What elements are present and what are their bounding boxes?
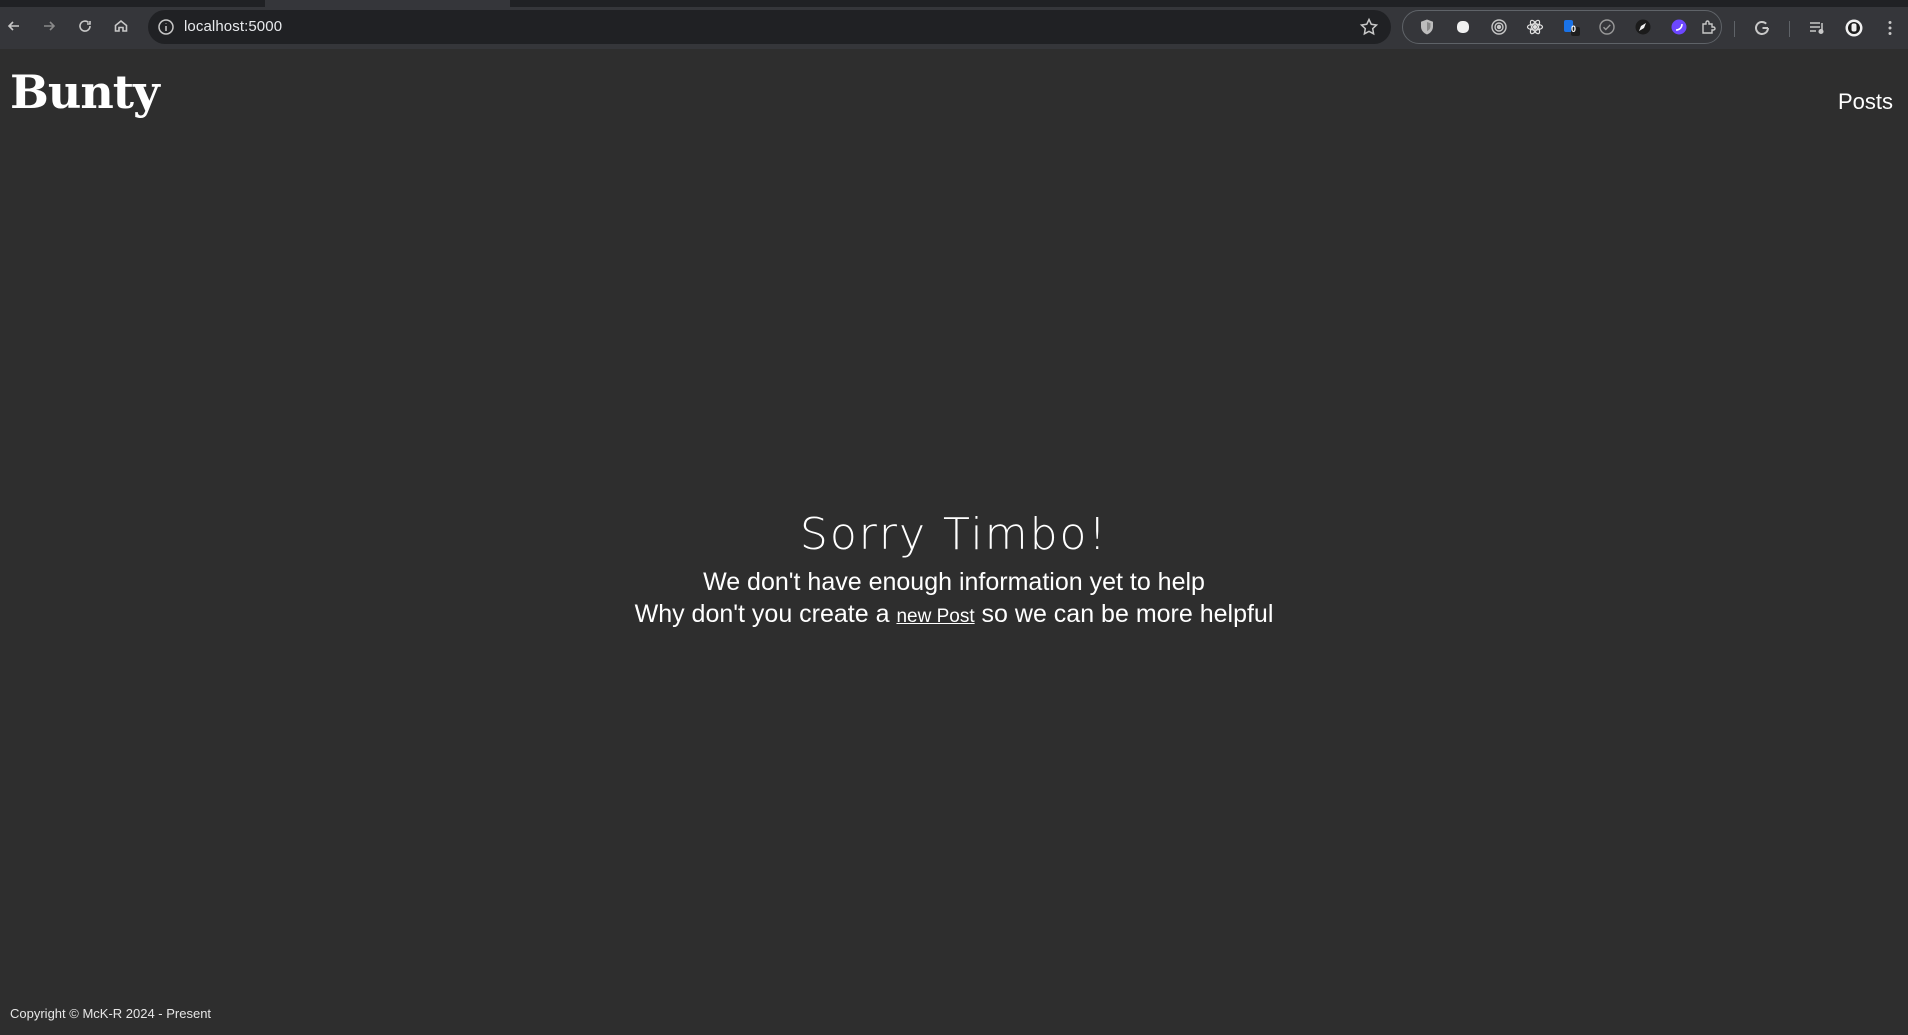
forward-button[interactable] <box>35 14 63 42</box>
profile-avatar-icon[interactable] <box>1843 17 1865 39</box>
site-logo[interactable]: Bunty <box>10 69 160 115</box>
url-text[interactable]: localhost:5000 <box>184 18 282 35</box>
reload-icon <box>77 18 93 38</box>
address-bar[interactable]: localhost:5000 <box>148 10 1391 44</box>
google-icon[interactable] <box>1751 17 1773 39</box>
check-circle-icon[interactable] <box>1597 17 1617 37</box>
media-control-icon[interactable] <box>1806 17 1828 39</box>
reload-button[interactable] <box>71 14 99 42</box>
extensions-group: 0 <box>1402 10 1722 44</box>
arrow-left-icon <box>6 18 22 38</box>
kebab-menu-icon[interactable] <box>1879 17 1901 39</box>
shield-icon[interactable] <box>1417 17 1437 37</box>
puzzle-icon[interactable] <box>1699 17 1719 37</box>
empty-state-message: Sorry Timbo! We don't have enough inform… <box>0 504 1908 633</box>
target-icon[interactable] <box>1489 17 1509 37</box>
arrow-right-icon <box>41 18 57 38</box>
atom-icon[interactable] <box>1525 17 1545 37</box>
extension-badge-count: 0 <box>1571 24 1577 34</box>
new-post-link[interactable]: new Post <box>896 606 974 627</box>
browser-toolbar: localhost:5000 0 <box>0 0 1908 49</box>
footer-copyright: Copyright © McK-R 2024 - Present <box>10 1006 212 1021</box>
ghost-icon[interactable] <box>1453 17 1473 37</box>
site-info-icon[interactable] <box>157 18 175 36</box>
empty-state-line2: Why don't you create a new Post so we ca… <box>0 598 1908 633</box>
page-content: Bunty Posts Sorry Timbo! We don't have e… <box>0 49 1908 1035</box>
line2-suffix: so we can be more helpful <box>974 600 1274 628</box>
home-icon <box>113 18 129 38</box>
empty-state-line1: We don't have enough information yet to … <box>703 568 1205 596</box>
pen-extension-icon[interactable] <box>1633 17 1653 37</box>
badge-extension-icon[interactable]: 0 <box>1561 17 1581 37</box>
back-button[interactable] <box>0 14 28 42</box>
home-button[interactable] <box>107 14 135 42</box>
line2-prefix: Why don't you create a <box>634 600 897 628</box>
toolbar-separator <box>1734 21 1735 37</box>
active-tab-strip <box>265 0 510 7</box>
empty-state-title: Sorry Timbo! <box>799 509 1109 560</box>
toolbar-separator <box>1789 21 1790 37</box>
purple-circle-extension-icon[interactable] <box>1669 17 1689 37</box>
nav-link-posts[interactable]: Posts <box>1838 89 1893 115</box>
bookmark-star-icon[interactable] <box>1359 17 1379 37</box>
